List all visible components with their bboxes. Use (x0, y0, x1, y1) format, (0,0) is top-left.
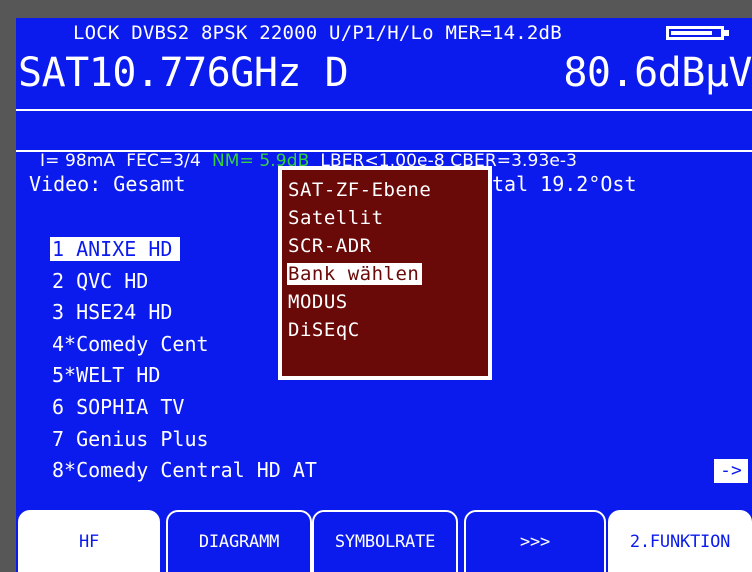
satellite-label: tal 19.2°Ost (492, 172, 637, 196)
popup-menu-item-label: SCR-ADR (288, 235, 372, 257)
fec-value: FEC=3/4 (126, 151, 201, 171)
softkey-hf[interactable]: HF (18, 510, 160, 572)
popup-menu-item-label: MODUS (288, 291, 348, 313)
popup-menu-item-label: SAT-ZF-Ebene (288, 179, 432, 201)
channel-name: 5*WELT HD (52, 363, 161, 388)
lnb-settings-popup-menu: SAT-ZF-Ebene Satellit SCR-ADR Bank wählen MO… (278, 166, 492, 380)
softkey-symbolrate[interactable]: SYMBOLRATE (312, 510, 458, 572)
battery-icon (666, 26, 724, 40)
popup-menu-item-label: Satellit (288, 207, 384, 229)
battery-level (671, 31, 712, 35)
popup-menu-item[interactable]: Bank wählen (287, 260, 488, 288)
softkey-diagramm[interactable]: DIAGRAMM (166, 510, 312, 572)
channel-name: 8*Comedy Central HD AT (52, 458, 317, 483)
softkey-more[interactable]: >>> (464, 510, 606, 572)
divider-info (16, 150, 752, 152)
divider-top (16, 109, 752, 111)
channel-name: 6 SOPHIA TV (52, 394, 185, 419)
lock-status-text: LOCK DVBS2 8PSK 22000 U/P1/H/Lo MER=14.2… (73, 22, 562, 44)
popup-menu-item[interactable]: DiSEqC (288, 316, 488, 344)
frequency-readout: SAT10.776GHz D (18, 50, 349, 96)
function-key-bar: HF DIAGRAMM SYMBOLRATE >>> 2.FUNKTION (16, 506, 752, 572)
battery-cap (724, 30, 729, 36)
channel-name: 3 HSE24 HD (52, 300, 173, 325)
channel-row[interactable]: 7 Genius Plus (52, 424, 612, 456)
popup-menu-item[interactable]: Satellit (288, 204, 488, 232)
popup-menu-item[interactable]: MODUS (288, 288, 488, 316)
analyzer-screen: LOCK DVBS2 8PSK 22000 U/P1/H/Lo MER=14.2… (16, 18, 752, 572)
softkey-second-function[interactable]: 2.FUNKTION (608, 510, 752, 572)
popup-menu-item[interactable]: SCR-ADR (288, 232, 488, 260)
status-bar: LOCK DVBS2 8PSK 22000 U/P1/H/Lo MER=14.2… (16, 18, 752, 52)
video-filter-label: Video: Gesamt (29, 172, 186, 196)
channel-row[interactable]: 6 SOPHIA TV (52, 392, 612, 424)
channel-name: 7 Genius Plus (52, 426, 209, 451)
popup-menu-item[interactable]: SAT-ZF-Ebene (288, 176, 488, 204)
channel-name: 4*Comedy Cent (52, 331, 209, 356)
level-readout: 80.6dBµV (563, 50, 752, 96)
next-page-arrow[interactable]: -> (714, 459, 748, 483)
popup-menu-item-label: DiSEqC (288, 319, 360, 341)
channel-row[interactable]: 8*Comedy Central HD AT (52, 455, 612, 487)
channel-name: 1 ANIXE HD (50, 237, 181, 261)
channel-name: 2 QVC HD (52, 268, 149, 293)
popup-menu-item-label: Bank wählen (287, 263, 423, 285)
lnb-current: I= 98mA (40, 151, 116, 171)
